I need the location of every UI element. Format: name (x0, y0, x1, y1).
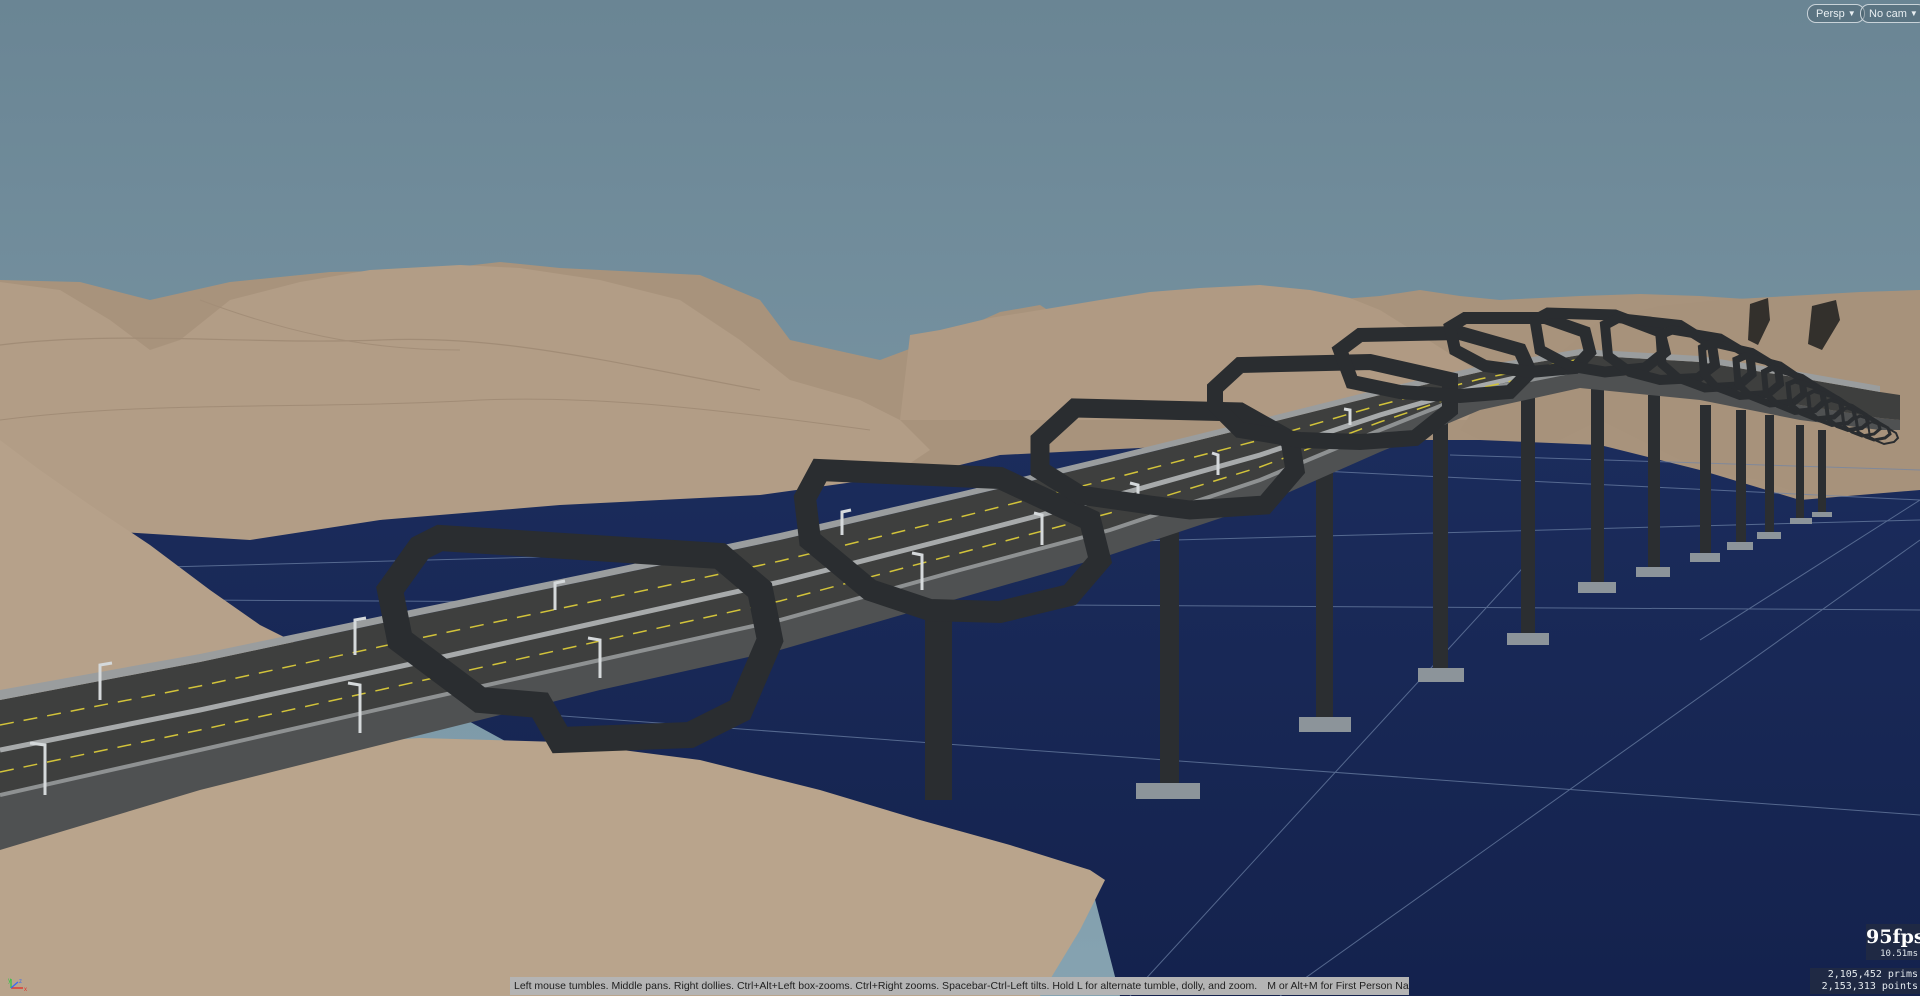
svg-text:x: x (24, 987, 27, 993)
chevron-down-icon: ▼ (1909, 9, 1918, 18)
projection-menu-label: Persp (1816, 8, 1845, 20)
chevron-down-icon: ▼ (1847, 9, 1856, 18)
scene-render[interactable] (0, 0, 1920, 996)
svg-text:z: z (19, 979, 22, 985)
geometry-stats: 2,105,452 prims 2,153,313 points (1810, 968, 1920, 994)
point-count: 2,153,313 points (1821, 981, 1918, 992)
camera-menu-label: No cam (1869, 8, 1907, 20)
svg-text:y: y (8, 978, 11, 984)
navigation-hint: Left mouse tumbles. Middle pans. Right d… (514, 980, 1258, 992)
navigation-hint-secondary: M or Alt+M for First Person Navigation. (1267, 980, 1409, 992)
frame-time: 10.51ms (1880, 949, 1918, 959)
prim-count: 2,105,452 prims (1827, 969, 1918, 980)
axis-orientation-icon: x y z (8, 978, 27, 993)
status-hint-bar: Left mouse tumbles. Middle pans. Right d… (510, 977, 1409, 995)
camera-menu[interactable]: No cam ▼ (1860, 4, 1920, 23)
projection-menu[interactable]: Persp ▼ (1807, 4, 1865, 23)
3d-viewport[interactable]: Persp ▼ No cam ▼ x y z Left mouse tumbles.… (0, 0, 1920, 996)
fps-display: 95fps 10.51ms (1866, 924, 1920, 960)
fps-value: 95fps (1866, 926, 1920, 948)
near-pier (925, 615, 952, 800)
